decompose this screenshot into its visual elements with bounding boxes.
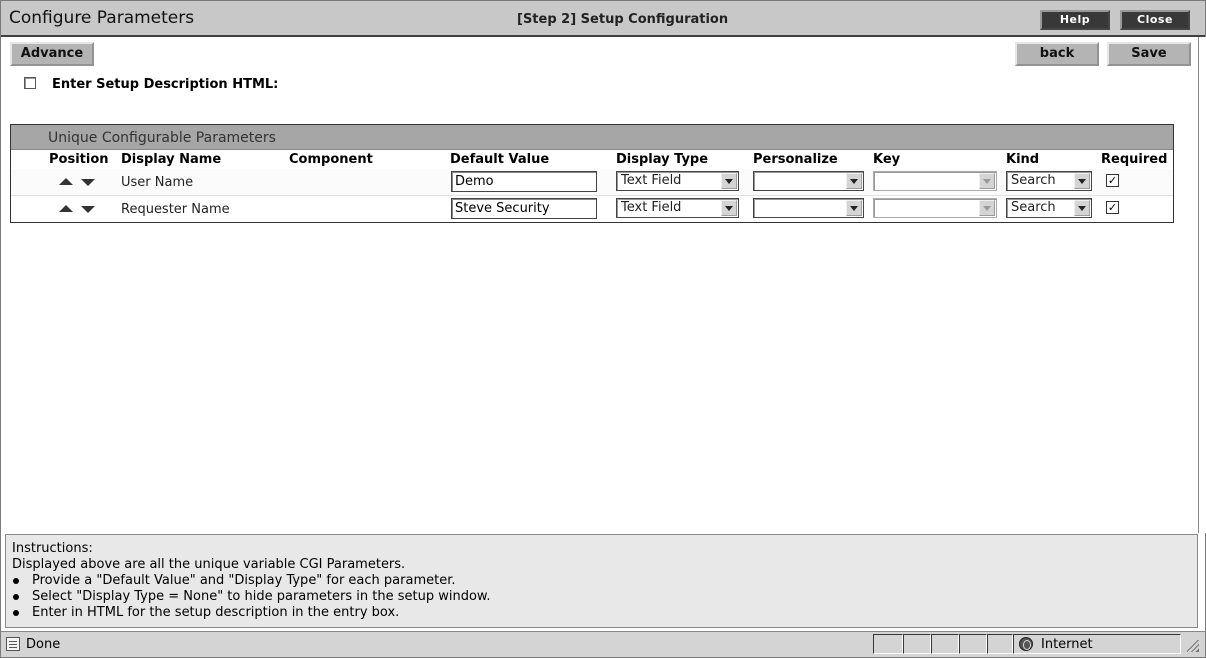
chevron-down-icon <box>721 200 737 216</box>
instructions-intro: Displayed above are all the unique varia… <box>12 557 406 572</box>
back-button[interactable]: back <box>1015 42 1099 66</box>
kind-select[interactable]: Search <box>1006 198 1092 218</box>
col-default-value: Default Value <box>450 152 550 167</box>
chevron-down-icon <box>979 200 995 216</box>
default-value-input[interactable] <box>451 198 597 219</box>
move-up-icon[interactable] <box>59 205 73 212</box>
instructions-panel: Instructions: Displayed above are all th… <box>5 534 1198 628</box>
kind-select[interactable]: Search <box>1006 171 1092 191</box>
setup-description-checkbox[interactable] <box>24 77 36 89</box>
chevron-down-icon <box>846 200 862 216</box>
display-name-cell: User Name <box>121 175 194 190</box>
move-down-icon[interactable] <box>81 206 95 213</box>
row-divider <box>11 195 1173 196</box>
chevron-down-icon <box>1074 200 1090 216</box>
list-item: Enter in HTML for the setup description … <box>12 605 490 621</box>
bullet-icon <box>13 594 19 600</box>
status-panel <box>959 634 987 654</box>
help-button[interactable]: Help <box>1040 10 1110 30</box>
move-down-icon[interactable] <box>81 179 95 186</box>
bullet-icon <box>13 578 19 584</box>
key-select[interactable] <box>873 171 997 191</box>
required-checkbox[interactable]: ✓ <box>1106 174 1119 187</box>
scrollbar-edge <box>1198 37 1206 533</box>
parameters-header: Unique Configurable Parameters <box>11 125 1173 150</box>
zone-panel <box>1013 634 1181 654</box>
display-type-value: Text Field <box>621 173 682 188</box>
save-button[interactable]: Save <box>1107 42 1191 66</box>
bullet-icon <box>13 610 19 616</box>
step-title: [Step 2] Setup Configuration <box>517 12 729 27</box>
status-panel <box>873 634 903 654</box>
status-text: Done <box>26 637 61 652</box>
close-button[interactable]: Close <box>1120 10 1190 30</box>
chevron-down-icon <box>846 173 862 189</box>
chevron-down-icon <box>721 173 737 189</box>
display-type-select[interactable]: Text Field <box>616 198 739 218</box>
page-icon <box>6 637 20 651</box>
status-panel <box>903 634 931 654</box>
personalize-select[interactable] <box>753 198 864 218</box>
col-key: Key <box>873 152 901 167</box>
resize-grip-icon[interactable] <box>1187 640 1199 652</box>
instructions-title: Instructions: <box>12 541 93 556</box>
display-type-value: Text Field <box>621 200 682 215</box>
zone-text: Internet <box>1041 637 1093 652</box>
display-type-select[interactable]: Text Field <box>616 171 739 191</box>
col-personalize: Personalize <box>753 152 838 167</box>
setup-description-label: Enter Setup Description HTML: <box>52 77 279 92</box>
col-display-name: Display Name <box>121 152 222 167</box>
chevron-down-icon <box>979 173 995 189</box>
col-position: Position <box>49 152 109 167</box>
parameters-title: Unique Configurable Parameters <box>48 130 276 146</box>
kind-value: Search <box>1011 173 1056 188</box>
advance-button[interactable]: Advance <box>10 42 94 66</box>
status-bar: Done Internet <box>1 631 1205 657</box>
required-checkbox[interactable]: ✓ <box>1106 201 1119 214</box>
chevron-down-icon <box>1074 173 1090 189</box>
instructions-list: Provide a "Default Value" and "Display T… <box>12 573 490 621</box>
col-display-type: Display Type <box>616 152 709 167</box>
default-value-input[interactable] <box>451 171 597 192</box>
parameters-table: Unique Configurable Parameters Position … <box>10 124 1174 223</box>
instruction-text: Enter in HTML for the setup description … <box>32 605 400 620</box>
status-panel <box>987 634 1013 654</box>
col-kind: Kind <box>1006 152 1040 167</box>
instruction-text: Select "Display Type = None" to hide par… <box>32 589 491 604</box>
status-panel <box>931 634 959 654</box>
key-select[interactable] <box>873 198 997 218</box>
instruction-text: Provide a "Default Value" and "Display T… <box>32 573 456 588</box>
title-bar: Configure Parameters [Step 2] Setup Conf… <box>1 1 1205 37</box>
move-up-icon[interactable] <box>59 178 73 185</box>
kind-value: Search <box>1011 200 1056 215</box>
list-item: Provide a "Default Value" and "Display T… <box>12 573 490 589</box>
page-title: Configure Parameters <box>9 8 195 28</box>
internet-zone-icon <box>1019 637 1033 651</box>
col-required: Required <box>1101 152 1168 167</box>
col-component: Component <box>289 152 373 167</box>
display-name-cell: Requester Name <box>121 202 230 217</box>
list-item: Select "Display Type = None" to hide par… <box>12 589 490 605</box>
personalize-select[interactable] <box>753 171 864 191</box>
